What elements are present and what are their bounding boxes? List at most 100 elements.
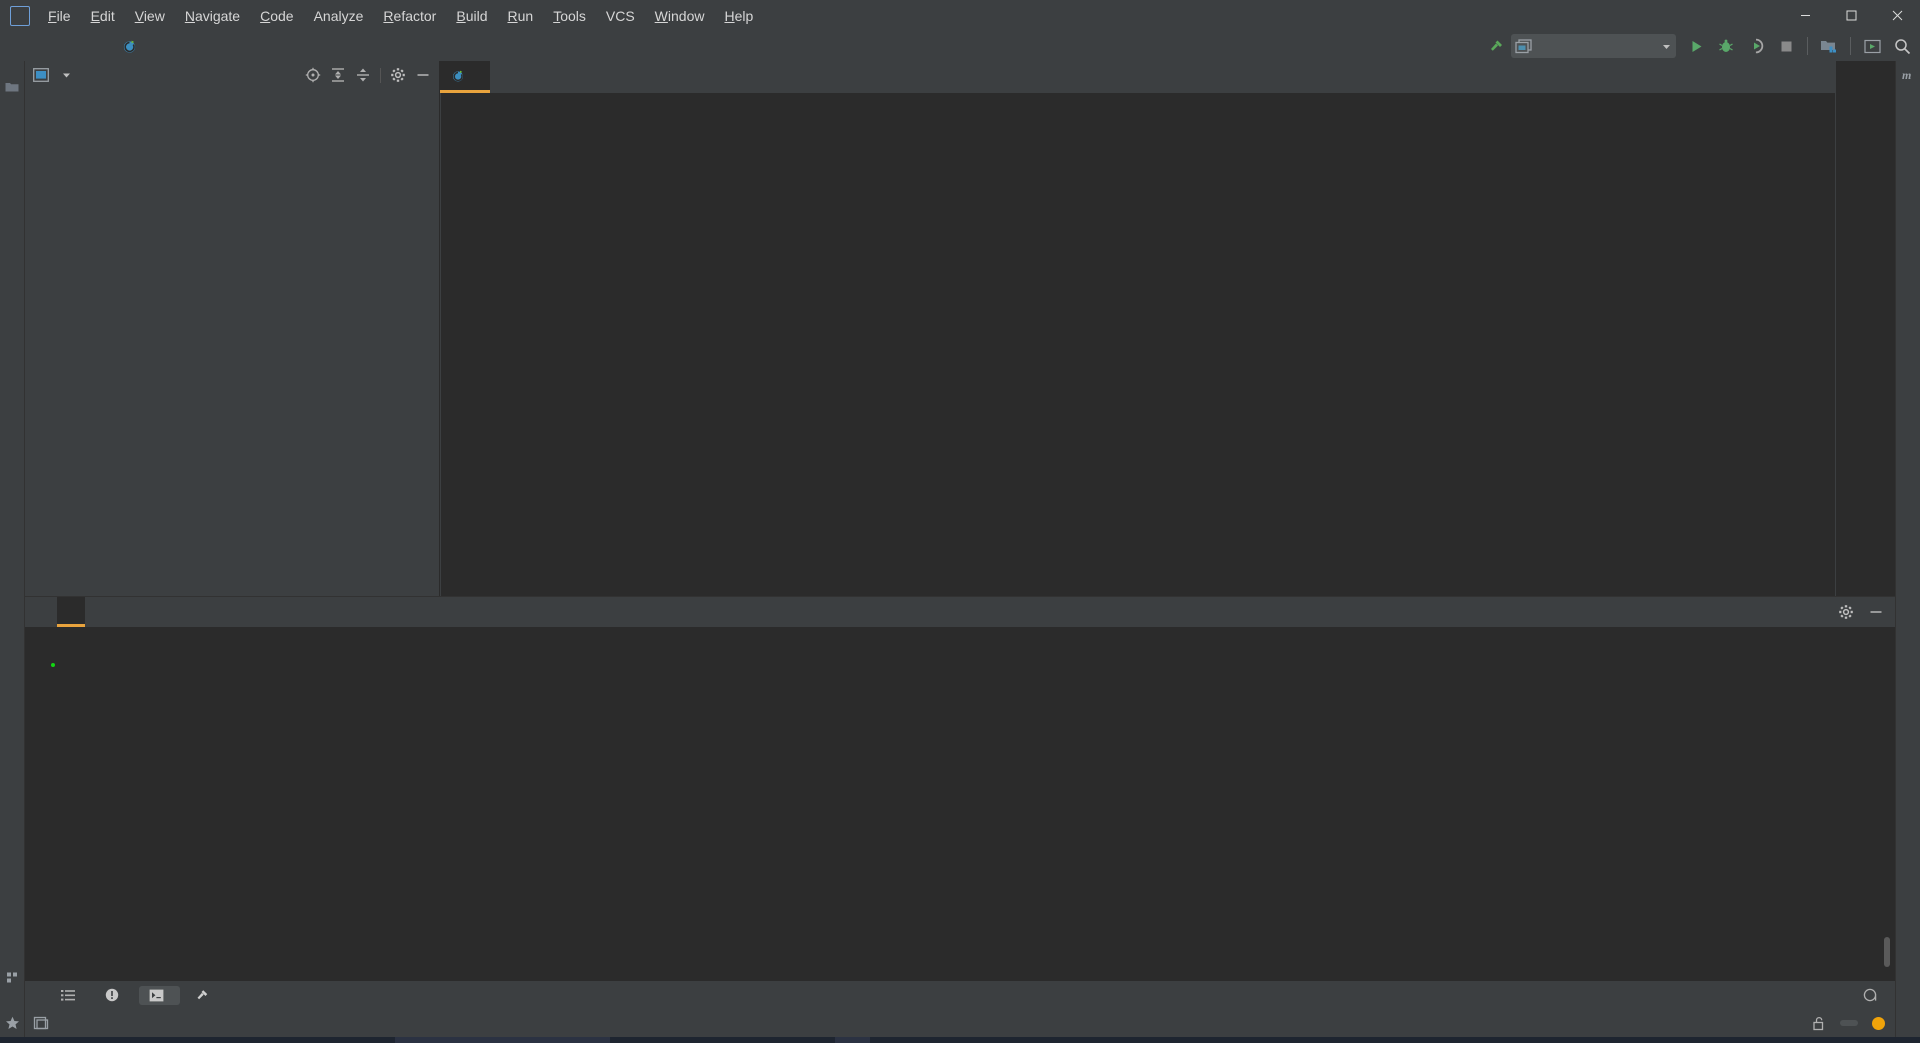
save-indicator-icon (33, 1015, 49, 1031)
status-bar (25, 1009, 1895, 1037)
minimize-button[interactable] (1782, 0, 1828, 31)
menu-view[interactable]: View (125, 4, 175, 28)
menu-run[interactable]: Run (497, 4, 543, 28)
breadcrumb-item-6[interactable] (106, 44, 108, 48)
navigation-bar (0, 31, 1920, 61)
bottom-tab-build[interactable] (184, 985, 225, 1006)
menu-window[interactable]: Window (645, 4, 715, 28)
updates-icon[interactable] (1858, 33, 1886, 59)
debug-icon[interactable] (1712, 33, 1740, 59)
project-tree[interactable] (25, 89, 439, 596)
add-terminal-tab-button[interactable] (85, 597, 113, 627)
chevron-down-icon[interactable] (61, 70, 72, 80)
editor-area (440, 61, 1835, 596)
terminal-header (25, 597, 1895, 627)
intellij-window: File Edit View Navigate Code Analyze Ref… (0, 0, 1920, 1043)
bottom-tab-problems[interactable] (95, 985, 135, 1005)
breadcrumb-item-0[interactable] (10, 44, 12, 48)
svg-text:m: m (1902, 68, 1911, 82)
problems-icon (105, 988, 119, 1002)
taskbar-segment (835, 1037, 870, 1043)
maven-icon: m (1900, 67, 1916, 83)
menu-help[interactable]: Help (714, 4, 763, 28)
right-tool-strip: m (1895, 61, 1920, 1037)
bottom-tool-bar (25, 981, 1895, 1009)
terminal-tool-window (25, 596, 1895, 981)
breadcrumb-item-7[interactable] (122, 37, 144, 56)
editor-tab-demoapplication[interactable] (440, 61, 490, 93)
menu-edit[interactable]: Edit (81, 4, 125, 28)
breadcrumb-item-4[interactable] (74, 44, 76, 48)
todo-icon (61, 989, 75, 1002)
taskbar-segment (395, 1037, 610, 1043)
project-panel-header (25, 61, 439, 89)
chevron-down-icon[interactable] (1661, 41, 1672, 52)
breadcrumb (10, 37, 158, 56)
theme-indicator[interactable] (1840, 1020, 1858, 1026)
breadcrumb-item-2[interactable] (42, 44, 44, 48)
project-panel-title-group[interactable] (33, 68, 72, 82)
hide-icon[interactable] (1863, 600, 1889, 624)
structure-icon (4, 969, 20, 985)
build-hammer-icon (194, 988, 209, 1003)
locate-icon[interactable] (301, 64, 325, 86)
main-menu: File Edit View Navigate Code Analyze Ref… (38, 4, 763, 28)
bottom-tab-todo[interactable] (51, 986, 91, 1005)
toolbar-right (1481, 31, 1916, 61)
menu-analyze[interactable]: Analyze (304, 4, 374, 28)
bottom-tab-terminal[interactable] (139, 985, 180, 1005)
code-editor[interactable] (440, 93, 1835, 596)
settings-gear-icon[interactable] (386, 64, 410, 86)
build-hammer-icon[interactable] (1481, 33, 1509, 59)
toolbar-divider (1850, 37, 1851, 55)
run-with-coverage-icon[interactable] (1742, 33, 1770, 59)
close-button[interactable] (1874, 0, 1920, 31)
project-view-icon (33, 68, 49, 82)
terminal-output[interactable] (25, 627, 1895, 981)
notification-dot-icon[interactable] (1872, 1016, 1885, 1030)
restore-layout-icon (1515, 38, 1532, 54)
menu-tools[interactable]: Tools (543, 4, 596, 28)
hide-icon[interactable] (411, 64, 435, 86)
stop-icon[interactable] (1772, 33, 1800, 59)
menu-vcs[interactable]: VCS (596, 4, 645, 28)
menu-refactor[interactable]: Refactor (373, 4, 446, 28)
left-tool-strip (0, 61, 25, 1037)
right-margin-line (440, 93, 441, 596)
breadcrumb-item-3[interactable] (58, 44, 60, 48)
taskbar-edge (0, 1037, 1920, 1043)
run-icon[interactable] (1682, 33, 1710, 59)
center-column (25, 61, 1895, 1037)
editor-tab-bar (440, 61, 1835, 93)
title-bar: File Edit View Navigate Code Analyze Ref… (0, 0, 1920, 31)
run-configuration-selector[interactable] (1511, 34, 1676, 58)
project-tool-window (25, 61, 440, 596)
collapse-all-icon[interactable] (351, 64, 375, 86)
expand-all-icon[interactable] (326, 64, 350, 86)
terminal-tab-local[interactable] (57, 597, 85, 627)
breadcrumb-item-1[interactable] (26, 44, 28, 48)
breadcrumb-item-5[interactable] (90, 44, 92, 48)
search-icon[interactable] (1888, 33, 1916, 59)
event-log-button[interactable] (1863, 988, 1883, 1002)
menu-code[interactable]: Code (250, 4, 303, 28)
settings-gear-icon[interactable] (1833, 600, 1859, 624)
project-folder-icon (4, 79, 20, 95)
spring-class-icon (122, 39, 137, 54)
upper-split (25, 61, 1895, 596)
terminal-icon (149, 989, 164, 1002)
terminal-scrollbar[interactable] (1884, 937, 1890, 967)
event-log-icon (1863, 988, 1877, 1002)
terminal-header-actions (1833, 600, 1889, 624)
project-panel-actions (301, 64, 435, 86)
left-strip-bottom (4, 957, 20, 1031)
unlocked-icon[interactable] (1812, 1016, 1826, 1031)
star-icon (4, 1015, 20, 1031)
maximize-button[interactable] (1828, 0, 1874, 31)
menu-build[interactable]: Build (446, 4, 497, 28)
menu-file[interactable]: File (38, 4, 81, 28)
intellij-logo-icon (10, 5, 30, 26)
project-structure-icon[interactable] (1815, 33, 1843, 59)
menu-navigate[interactable]: Navigate (175, 4, 250, 28)
toolbar-divider (1807, 37, 1808, 55)
